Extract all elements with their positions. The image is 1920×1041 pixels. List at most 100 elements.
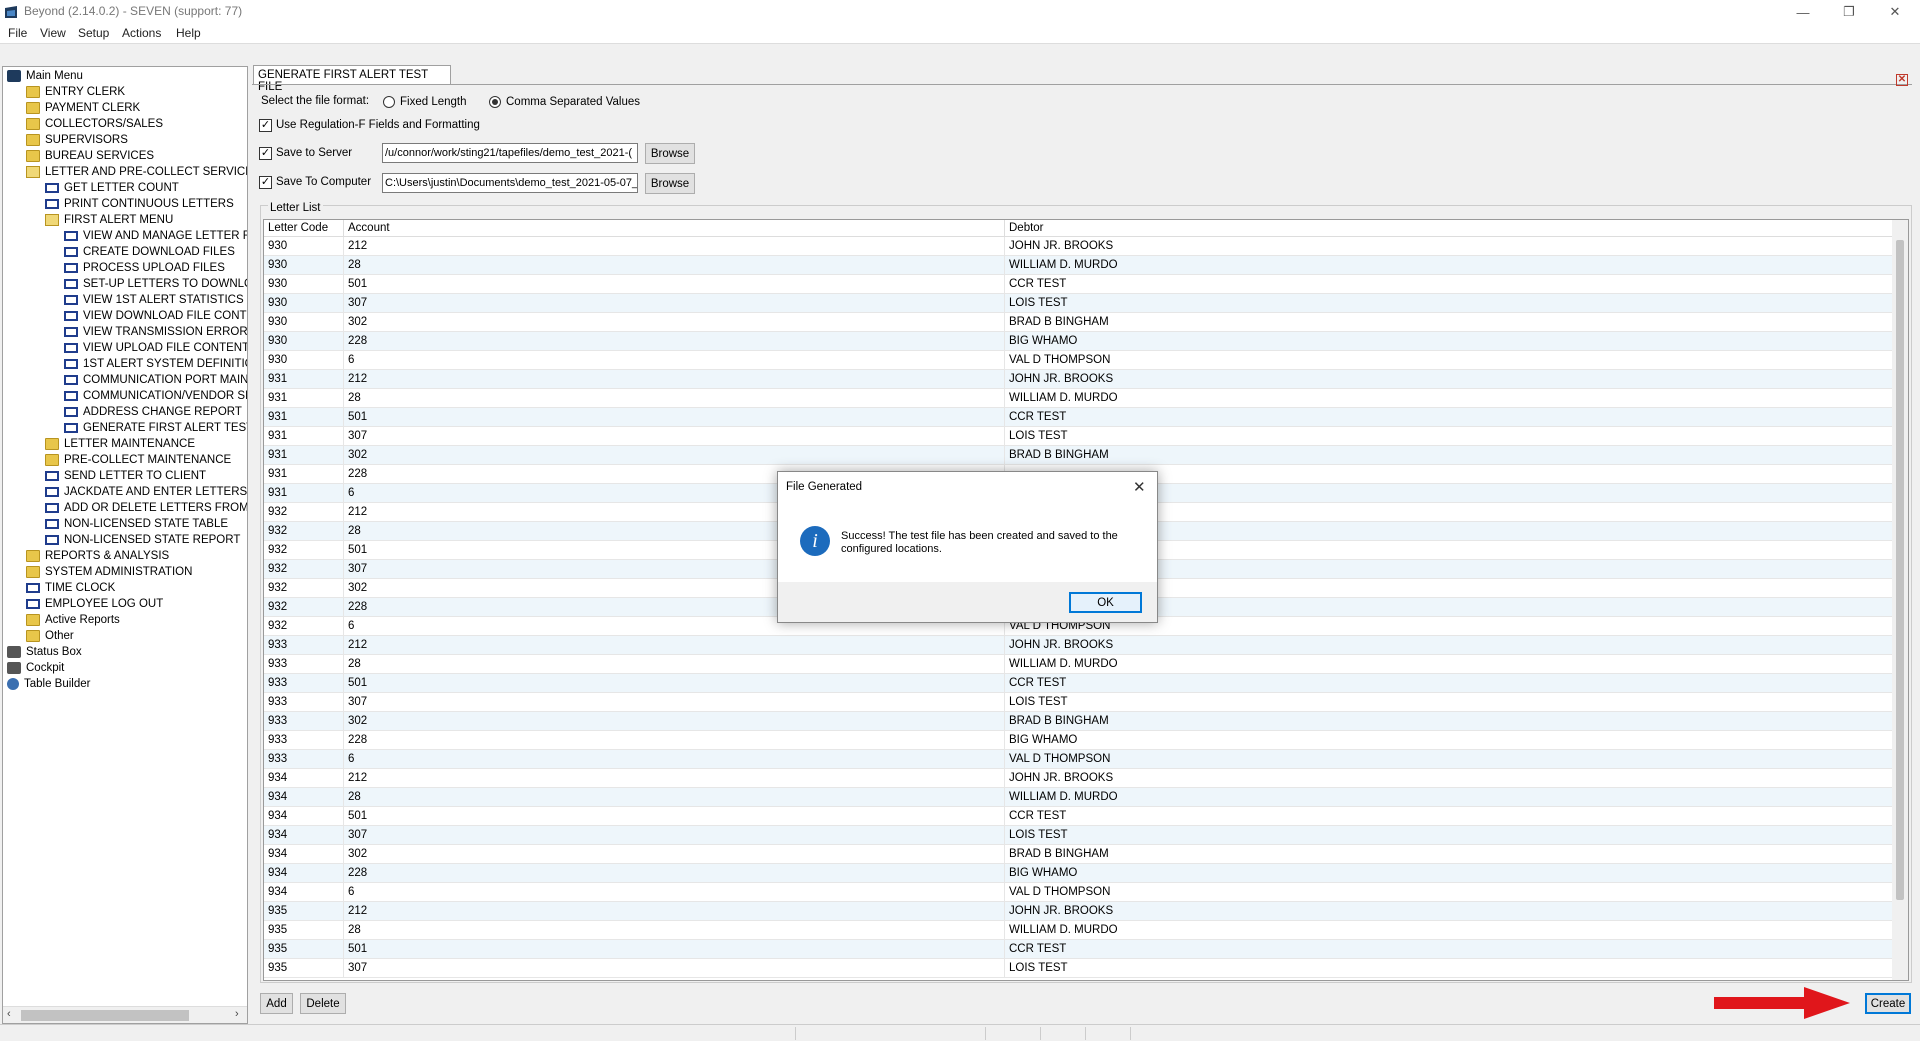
table-row[interactable]: 934 6 VAL D THOMPSON [264,883,1894,902]
tree-item-generate-first-alert-test[interactable]: GENERATE FIRST ALERT TEST [64,420,247,436]
delete-button[interactable]: Delete [300,993,346,1014]
tree-item-address-change-report[interactable]: ADDRESS CHANGE REPORT [64,404,242,420]
tree-item-communication-port-maint[interactable]: COMMUNICATION PORT MAINT [64,372,247,388]
browse-computer-button[interactable]: Browse [645,173,695,194]
tree-item-view-download-file-conten[interactable]: VIEW DOWNLOAD FILE CONTEN [64,308,247,324]
tree-item-supervisors[interactable]: SUPERVISORS [26,132,128,148]
table-row[interactable]: 933 302 BRAD B BINGHAM [264,712,1894,731]
save-to-server-label[interactable]: Save to Server [276,147,352,159]
menu-help[interactable]: Help [176,26,201,40]
dialog-close-icon[interactable]: ✕ [1133,478,1146,496]
table-row[interactable]: 931 501 CCR TEST [264,408,1894,427]
table-row[interactable]: 933 28 WILLIAM D. MURDO [264,655,1894,674]
table-row[interactable]: 933 307 LOIS TEST [264,693,1894,712]
column-header-debtor[interactable]: Debtor [1005,220,1894,237]
menu-actions[interactable]: Actions [122,26,161,40]
tree-item-status-box[interactable]: Status Box [7,644,82,660]
table-row[interactable]: 930 302 BRAD B BINGHAM [264,313,1894,332]
table-row[interactable]: 934 501 CCR TEST [264,807,1894,826]
table-row[interactable]: 930 28 WILLIAM D. MURDO [264,256,1894,275]
add-button[interactable]: Add [260,993,293,1014]
tree-item-send-letter-to-client[interactable]: SEND LETTER TO CLIENT [45,468,206,484]
tree-item-non-licensed-state-table[interactable]: NON-LICENSED STATE TABLE [45,516,228,532]
save-to-computer-checkbox[interactable]: ✓ [259,176,272,189]
table-row[interactable]: 931 307 LOIS TEST [264,427,1894,446]
create-button[interactable]: Create [1865,993,1911,1014]
tree-item-collectors-sales[interactable]: COLLECTORS/SALES [26,116,163,132]
csv-label[interactable]: Comma Separated Values [506,96,640,108]
tree-item-process-upload-files[interactable]: PROCESS UPLOAD FILES [64,260,225,276]
table-row[interactable]: 933 6 VAL D THOMPSON [264,750,1894,769]
table-row[interactable]: 935 28 WILLIAM D. MURDO [264,921,1894,940]
scrollbar-thumb[interactable] [21,1010,189,1021]
scrollbar-thumb[interactable] [1896,240,1904,900]
table-row[interactable]: 934 228 BIG WHAMO [264,864,1894,883]
table-row[interactable]: 931 212 JOHN JR. BROOKS [264,370,1894,389]
tree-item-employee-log-out[interactable]: EMPLOYEE LOG OUT [26,596,163,612]
browse-server-button[interactable]: Browse [645,143,695,164]
save-to-computer-label[interactable]: Save To Computer [276,176,371,188]
menu-file[interactable]: File [8,26,27,40]
tree-item-cockpit[interactable]: Cockpit [7,660,64,676]
tree-item-view-and-manage-letter-fil[interactable]: VIEW AND MANAGE LETTER FIL [64,228,247,244]
table-row[interactable]: 933 228 BIG WHAMO [264,731,1894,750]
tree-item-add-or-delete-letters-from-l[interactable]: ADD OR DELETE LETTERS FROM L [45,500,247,516]
tree-item-other[interactable]: Other [26,628,74,644]
navigation-tree[interactable]: Main Menu ENTRY CLERK PAYMENT CLERK COLLECT… [2,66,248,1024]
tree-item-view-1st-alert-statistics[interactable]: VIEW 1ST ALERT STATISTICS [64,292,244,308]
tab-generate-first-alert-test-file[interactable]: GENERATE FIRST ALERT TEST FILE [253,65,451,93]
tree-item-jackdate-and-enter-letters[interactable]: JACKDATE AND ENTER LETTERS [45,484,247,500]
tree-horizontal-scrollbar[interactable]: ‹ › [3,1006,247,1023]
regulation-f-checkbox[interactable]: ✓ [259,119,272,132]
tree-item-create-download-files[interactable]: CREATE DOWNLOAD FILES [64,244,235,260]
tree-item-entry-clerk[interactable]: ENTRY CLERK [26,84,125,100]
restore-button[interactable]: ❐ [1826,0,1872,24]
tree-item-first-alert-menu[interactable]: FIRST ALERT MENU [45,212,173,228]
tree-item-active-reports[interactable]: Active Reports [26,612,120,628]
computer-path-input[interactable]: C:\Users\justin\Documents\demo_test_2021… [382,173,638,193]
close-panel-icon[interactable]: ✕ [1896,74,1908,86]
server-path-input[interactable]: /u/connor/work/sting21/tapefiles/demo_te… [382,143,638,163]
tree-item-reports-analysis[interactable]: REPORTS & ANALYSIS [26,548,169,564]
tree-item-bureau-services[interactable]: BUREAU SERVICES [26,148,154,164]
tree-item-view-transmission-error-l[interactable]: VIEW TRANSMISSION ERROR L [64,324,247,340]
table-row[interactable]: 935 501 CCR TEST [264,940,1894,959]
table-row[interactable]: 934 212 JOHN JR. BROOKS [264,769,1894,788]
fixed-length-radio[interactable] [383,96,395,108]
tree-item-letter-and-pre-collect-services[interactable]: LETTER AND PRE-COLLECT SERVICES [26,164,247,180]
table-row[interactable]: 933 501 CCR TEST [264,674,1894,693]
scroll-left-icon[interactable]: ‹ [7,1008,11,1020]
table-row[interactable]: 935 212 JOHN JR. BROOKS [264,902,1894,921]
menu-view[interactable]: View [40,26,66,40]
menu-setup[interactable]: Setup [78,26,109,40]
table-row[interactable]: 930 501 CCR TEST [264,275,1894,294]
table-row[interactable]: 934 302 BRAD B BINGHAM [264,845,1894,864]
tree-item-non-licensed-state-report[interactable]: NON-LICENSED STATE REPORT [45,532,240,548]
table-row[interactable]: 930 307 LOIS TEST [264,294,1894,313]
tree-item-time-clock[interactable]: TIME CLOCK [26,580,115,596]
tree-item-main-menu[interactable]: Main Menu [7,68,83,84]
regulation-f-label[interactable]: Use Regulation-F Fields and Formatting [276,119,480,131]
tree-item-set-up-letters-to-downloa[interactable]: SET-UP LETTERS TO DOWNLOA [64,276,247,292]
table-row[interactable]: 933 212 JOHN JR. BROOKS [264,636,1894,655]
tree-item-system-administration[interactable]: SYSTEM ADMINISTRATION [26,564,192,580]
tree-item-table-builder[interactable]: Table Builder [7,676,90,692]
tree-item-1st-alert-system-definitioi[interactable]: 1ST ALERT SYSTEM DEFINITIOI [64,356,247,372]
tree-item-print-continuous-letters[interactable]: PRINT CONTINUOUS LETTERS [45,196,234,212]
tree-item-letter-maintenance[interactable]: LETTER MAINTENANCE [45,436,195,452]
fixed-length-label[interactable]: Fixed Length [400,96,467,108]
tree-item-communication-vendor-se[interactable]: COMMUNICATION/VENDOR SE [64,388,247,404]
tree-item-payment-clerk[interactable]: PAYMENT CLERK [26,100,140,116]
table-row[interactable]: 934 28 WILLIAM D. MURDO [264,788,1894,807]
ok-button[interactable]: OK [1069,592,1142,613]
table-row[interactable]: 930 6 VAL D THOMPSON [264,351,1894,370]
minimize-button[interactable]: — [1780,0,1826,24]
table-row[interactable]: 934 307 LOIS TEST [264,826,1894,845]
csv-radio[interactable] [489,96,501,108]
table-row[interactable]: 931 28 WILLIAM D. MURDO [264,389,1894,408]
scroll-right-icon[interactable]: › [235,1008,239,1020]
tree-item-view-upload-file-contents[interactable]: VIEW UPLOAD FILE CONTENTS [64,340,247,356]
save-to-server-checkbox[interactable]: ✓ [259,147,272,160]
table-row[interactable]: 930 212 JOHN JR. BROOKS [264,237,1894,256]
column-header-account[interactable]: Account [344,220,1005,237]
